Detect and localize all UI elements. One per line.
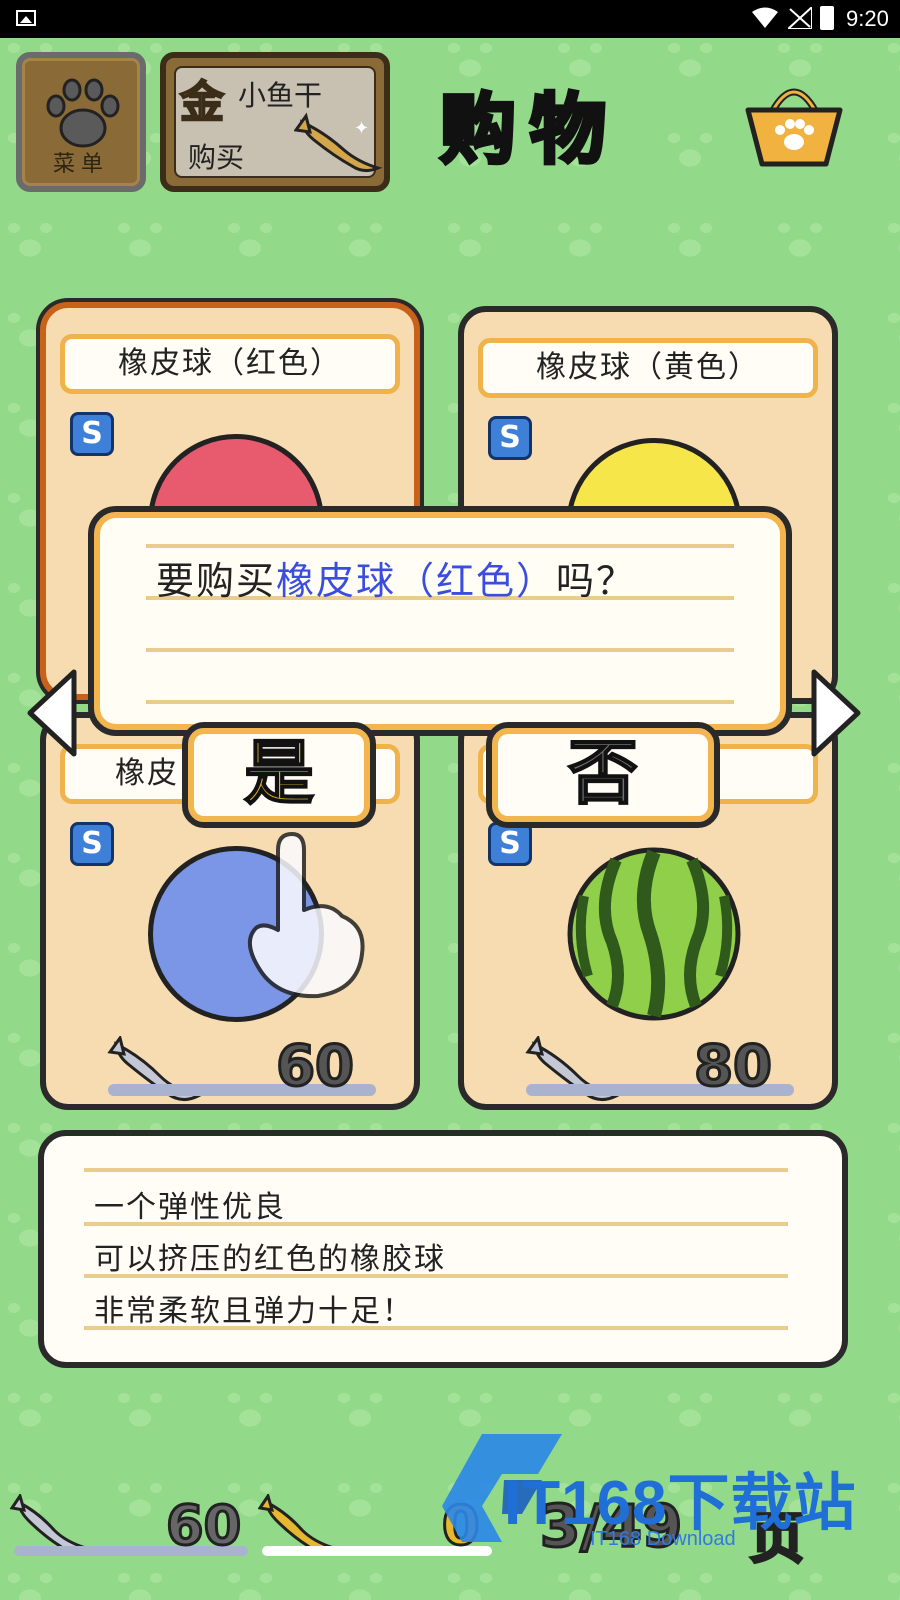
item-description-panel: 一个弹性优良 可以挤压的红色的橡胶球 非常柔软且弹力十足！: [38, 1130, 848, 1368]
wifi-icon: [752, 7, 778, 28]
pointer-hand-icon: [248, 832, 365, 999]
signal-icon: [788, 7, 812, 29]
item-price: 80: [693, 1033, 774, 1101]
description-line: 一个弹性优良: [94, 1190, 286, 1225]
svg-text:✦: ✦: [354, 118, 369, 139]
size-badge: S: [488, 822, 532, 866]
dialog-question: 要购买橡皮球（红色）吗？: [156, 550, 636, 605]
item-name: 橡皮球（黄色）: [478, 338, 818, 398]
confirm-no-button[interactable]: 否: [486, 722, 720, 828]
menu-button[interactable]: 菜单: [16, 52, 146, 192]
gold-fish-icon: ✦: [294, 112, 383, 173]
question-item: 橡皮球（红色）: [276, 559, 557, 603]
item-price: 60: [275, 1033, 356, 1101]
dialog-rule: [146, 544, 734, 548]
gallery-icon: [16, 10, 36, 26]
buy-line-2: 购买: [188, 141, 245, 174]
watermark-subtitle: IT168 Download: [590, 1528, 736, 1550]
dialog-rule: [146, 700, 734, 704]
size-badge: S: [70, 412, 114, 456]
buy-gold-fish-button[interactable]: 金 小鱼干 购买 ✦: [160, 52, 390, 192]
confirm-yes-button[interactable]: 是: [182, 722, 376, 828]
watermelon-ball-image: [567, 847, 741, 1021]
clock: 9:20: [846, 6, 889, 31]
menu-label: 菜单: [52, 152, 109, 177]
watermark: IT168下载站 IT168 Download: [442, 1416, 882, 1566]
gold-char: 金: [179, 76, 225, 129]
description-line: 非常柔软且弹力十足！: [94, 1294, 414, 1329]
size-badge: S: [70, 822, 114, 866]
status-bar: 9:20: [0, 0, 900, 38]
previous-page-arrow[interactable]: [24, 668, 80, 758]
desc-rule: [84, 1168, 788, 1172]
description-line: 可以挤压的红色的橡胶球: [94, 1242, 446, 1277]
basket-icon[interactable]: [742, 76, 846, 168]
fish-currency-count: 60: [164, 1493, 242, 1559]
paw-icon: [46, 78, 120, 148]
question-suffix: 吗？: [556, 559, 637, 603]
dialog-rule: [146, 648, 734, 652]
next-page-arrow[interactable]: [808, 668, 864, 758]
size-badge: S: [488, 416, 532, 460]
buy-line-1: 小鱼干: [238, 79, 323, 112]
item-name: 橡皮球（红色）: [60, 334, 400, 394]
page-title: 购物: [438, 83, 620, 176]
question-prefix: 要购买: [156, 559, 277, 603]
battery-icon: [820, 6, 834, 30]
purchase-confirm-dialog: 要购买橡皮球（红色）吗？: [88, 506, 792, 736]
